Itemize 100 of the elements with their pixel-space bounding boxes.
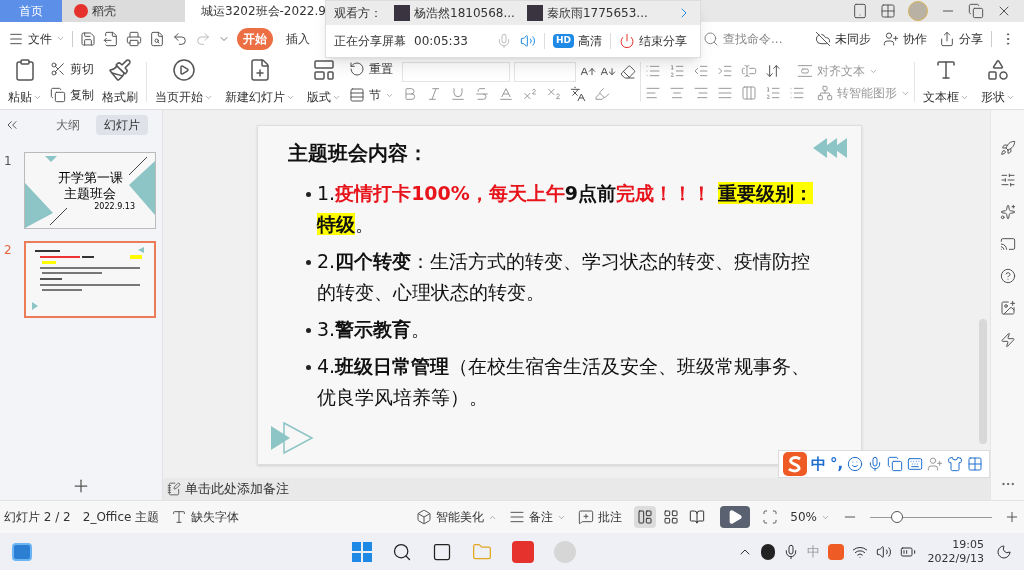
view-button[interactable] [634, 506, 657, 528]
slideshow-button[interactable] [720, 506, 751, 528]
zoom-in-icon[interactable] [1004, 509, 1020, 525]
font-name-field[interactable] [402, 62, 510, 82]
search-field[interactable]: 查找命令... [703, 29, 803, 48]
task-view-icon[interactable] [432, 541, 453, 562]
tablet-icon[interactable] [852, 3, 868, 19]
justify-icon[interactable] [717, 85, 733, 101]
panel-tab[interactable]: 幻灯片 [96, 115, 148, 135]
toolbox-icon[interactable] [967, 456, 984, 472]
clock[interactable]: 19:05 2022/9/13 [923, 537, 988, 566]
app-logo-icon[interactable] [512, 540, 535, 563]
align-center-icon[interactable] [669, 85, 685, 101]
line-spacing-icon[interactable] [765, 85, 781, 101]
indent-icon[interactable] [717, 63, 733, 79]
layout-button[interactable]: 版式 [303, 58, 345, 106]
help-icon[interactable] [999, 268, 1016, 284]
font-color-icon[interactable] [498, 86, 514, 102]
clear-format-icon[interactable] [620, 64, 636, 80]
superscript-icon[interactable] [522, 86, 538, 102]
phonetic-guide-icon[interactable] [570, 86, 586, 102]
document-tab[interactable]: 稻壳 [62, 0, 185, 22]
numbered-list-icon[interactable] [669, 63, 685, 79]
panel-tab[interactable]: 大纲 [48, 115, 88, 135]
distribute-icon[interactable] [741, 85, 757, 101]
text-direction-icon[interactable] [741, 63, 757, 79]
paste-button[interactable]: 粘贴 [4, 58, 46, 106]
ribbon-tab[interactable]: 插入 [280, 27, 316, 50]
print-icon[interactable] [126, 30, 142, 47]
sliders-icon[interactable] [999, 172, 1016, 188]
save-icon[interactable] [80, 30, 96, 47]
underline-icon[interactable] [450, 86, 466, 102]
share-timer: 00:05:33 [414, 33, 468, 50]
undo-icon[interactable] [172, 30, 188, 47]
sort-icon[interactable] [765, 63, 781, 79]
format-painter-button[interactable]: 格式刷 [98, 58, 142, 106]
slide-thumbnail[interactable]: 开学第一课 主题班会 2022.9.13 [24, 152, 156, 229]
paragraph-spacing-icon[interactable] [789, 85, 805, 101]
missing-font-button[interactable]: 缺失字体 [171, 508, 240, 526]
widgets-icon[interactable] [12, 542, 32, 561]
end-share-button[interactable]: 结束分享 [618, 32, 687, 50]
toolbar-action[interactable]: 分享 [939, 29, 983, 48]
document-tab[interactable]: 城运3202班会-2022.9 [185, 0, 325, 22]
print-preview-icon[interactable] [149, 30, 165, 47]
subscript-icon[interactable] [546, 86, 562, 102]
emoji-icon[interactable] [847, 456, 864, 472]
windows-logo-icon[interactable] [352, 541, 373, 562]
toolbar-action[interactable]: 协作 [883, 29, 927, 48]
punctuation-mode[interactable]: °, [830, 452, 844, 476]
notes-button[interactable]: 备注 [509, 508, 567, 526]
highlighter-icon[interactable] [594, 86, 610, 102]
export-icon[interactable] [103, 30, 119, 47]
slide-thumbnail[interactable] [24, 241, 156, 318]
new-slide-button[interactable]: 新建幻灯片 [221, 58, 299, 106]
toolbar-action[interactable]: 未同步 [815, 29, 871, 48]
user-icon[interactable] [927, 456, 944, 472]
cut-button[interactable]: 剪切 [50, 58, 94, 80]
play-button[interactable]: 当页开始 [151, 58, 217, 106]
speaker-icon[interactable] [519, 33, 536, 49]
align-left-icon[interactable] [645, 85, 661, 101]
skin-icon[interactable] [947, 456, 964, 472]
apps-grid-icon[interactable] [880, 3, 896, 19]
search-icon[interactable] [392, 541, 413, 562]
zoom-track[interactable] [870, 510, 992, 524]
moon-icon[interactable] [996, 543, 1012, 560]
zoom-level[interactable]: 50% [790, 508, 830, 526]
fit-window-icon[interactable] [762, 509, 779, 525]
cast-icon[interactable] [999, 236, 1016, 252]
shape-button[interactable]: 形状 [977, 58, 1019, 106]
rocket-icon[interactable] [999, 140, 1016, 156]
outdent-icon[interactable] [693, 63, 709, 79]
layout-icon [312, 58, 336, 82]
input-mode[interactable]: 中 [811, 452, 826, 476]
cloud-icon [815, 30, 831, 47]
bullet-text: 4.班级日常管理（在校生宿舍生活及安全、班级常规事务、优良学风培养等）。 [317, 354, 812, 410]
section-button[interactable]: 节 [349, 84, 394, 106]
keyboard-icon[interactable] [907, 456, 924, 472]
volume-icon[interactable] [875, 543, 892, 560]
quality-button[interactable]: HD 高清 [552, 32, 602, 50]
italic-icon[interactable] [426, 86, 442, 102]
comments-button[interactable]: 批注 [578, 508, 623, 526]
bold-icon[interactable] [402, 86, 418, 102]
lightning-icon[interactable] [999, 332, 1016, 348]
image-edit-icon[interactable] [999, 300, 1016, 316]
restore-icon[interactable] [968, 3, 984, 19]
strikethrough-icon[interactable] [474, 86, 490, 102]
file-menu[interactable]: 文件 [8, 29, 65, 48]
bullet-list-icon[interactable] [645, 63, 661, 79]
sparkle-star-icon[interactable] [999, 204, 1016, 220]
align-right-icon[interactable] [693, 85, 709, 101]
text-box-button[interactable]: 文本框 [919, 58, 973, 106]
zoom-thumb[interactable] [890, 511, 903, 523]
notes-bar[interactable]: 单击此处添加备注 [163, 478, 990, 500]
beautify-button[interactable]: 智能美化 [416, 508, 498, 526]
reset-button[interactable]: 重置 [349, 58, 394, 80]
copy-button[interactable]: 复制 [50, 84, 94, 106]
penguin-icon[interactable] [760, 543, 775, 560]
font-size-field[interactable] [514, 62, 576, 82]
ime-logo-icon[interactable] [827, 543, 844, 560]
screenshot-icon[interactable] [887, 456, 904, 472]
